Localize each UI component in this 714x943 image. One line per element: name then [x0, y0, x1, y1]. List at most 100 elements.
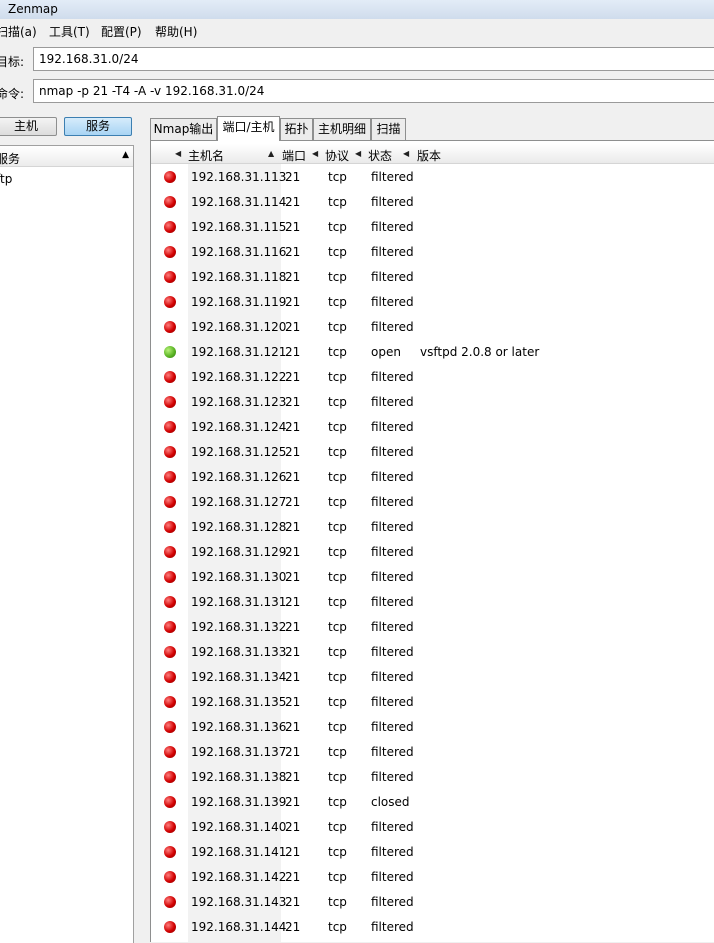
table-row[interactable]: 192.168.31.116 21 tcp filtered — [151, 240, 714, 265]
table-row[interactable]: 192.168.31.113 21 tcp filtered — [151, 165, 714, 190]
table-row[interactable]: 192.168.31.127 21 tcp filtered — [151, 490, 714, 515]
cell-state: filtered — [371, 370, 414, 384]
table-row[interactable]: 192.168.31.134 21 tcp filtered — [151, 665, 714, 690]
cell-port: 21 — [285, 395, 301, 409]
cell-state: closed — [371, 795, 410, 809]
cell-state: filtered — [371, 920, 414, 934]
status-closed-icon — [164, 296, 176, 308]
table-row[interactable]: 192.168.31.141 21 tcp filtered — [151, 840, 714, 865]
tab-host-details[interactable]: 主机明细 — [313, 118, 371, 140]
cell-protocol: tcp — [328, 720, 347, 734]
cell-protocol: tcp — [328, 695, 347, 709]
cell-port: 21 — [285, 270, 301, 284]
status-closed-icon — [164, 446, 176, 458]
column-header-state[interactable]: 状态 — [368, 147, 392, 164]
tab-scans[interactable]: 扫描 — [371, 118, 406, 140]
status-closed-icon — [164, 821, 176, 833]
table-row[interactable]: 192.168.31.140 21 tcp filtered — [151, 815, 714, 840]
status-closed-icon — [164, 921, 176, 933]
menu-tools[interactable]: 工具(T) — [49, 23, 90, 40]
status-closed-icon — [164, 646, 176, 658]
cell-port: 21 — [285, 870, 301, 884]
table-row[interactable]: 192.168.31.129 21 tcp filtered — [151, 540, 714, 565]
table-row[interactable]: 192.168.31.123 21 tcp filtered — [151, 390, 714, 415]
status-open-icon — [164, 346, 176, 358]
table-row[interactable]: 192.168.31.122 21 tcp filtered — [151, 365, 714, 390]
cell-state: filtered — [371, 245, 414, 259]
table-row[interactable]: 192.168.31.126 21 tcp filtered — [151, 465, 714, 490]
table-row[interactable]: 192.168.31.124 21 tcp filtered — [151, 415, 714, 440]
window-title: Zenmap — [8, 2, 58, 16]
cell-protocol: tcp — [328, 670, 347, 684]
cell-host: 192.168.31.139 — [191, 795, 287, 809]
table-row[interactable]: 192.168.31.114 21 tcp filtered — [151, 190, 714, 215]
status-closed-icon — [164, 871, 176, 883]
hosts-button[interactable]: 主机 — [0, 117, 57, 136]
table-row[interactable]: 192.168.31.128 21 tcp filtered — [151, 515, 714, 540]
cell-port: 21 — [285, 520, 301, 534]
column-header-version[interactable]: 版本 — [417, 147, 441, 164]
cell-host: 192.168.31.132 — [191, 620, 287, 634]
cell-protocol: tcp — [328, 495, 347, 509]
table-row[interactable]: 192.168.31.121 21 tcp open vsftpd 2.0.8 or l… — [151, 340, 714, 365]
table-row[interactable]: 192.168.31.138 21 tcp filtered — [151, 765, 714, 790]
cell-port: 21 — [285, 370, 301, 384]
table-row[interactable]: 192.168.31.142 21 tcp filtered — [151, 865, 714, 890]
cell-protocol: tcp — [328, 770, 347, 784]
column-header-protocol[interactable]: 协议 — [325, 147, 349, 164]
cell-port: 21 — [285, 220, 301, 234]
cell-state: filtered — [371, 320, 414, 334]
tab-ports-hosts[interactable]: 端口/主机 — [217, 116, 280, 141]
status-closed-icon — [164, 371, 176, 383]
service-item-ftp[interactable]: ftp — [0, 172, 12, 186]
table-row[interactable]: 192.168.31.115 21 tcp filtered — [151, 215, 714, 240]
table-row[interactable]: 192.168.31.143 21 tcp filtered — [151, 890, 714, 915]
tab-topology[interactable]: 拓扑 — [280, 118, 313, 140]
status-closed-icon — [164, 571, 176, 583]
column-header-host[interactable]: 主机名 — [188, 147, 224, 164]
table-row[interactable]: 192.168.31.144 21 tcp filtered — [151, 915, 714, 940]
status-closed-icon — [164, 796, 176, 808]
menu-scan[interactable]: 扫描(a) — [0, 23, 37, 40]
status-closed-icon — [164, 421, 176, 433]
services-button[interactable]: 服务 — [64, 117, 132, 136]
table-row[interactable]: 192.168.31.139 21 tcp closed — [151, 790, 714, 815]
table-row[interactable]: 192.168.31.130 21 tcp filtered — [151, 565, 714, 590]
services-list-panel: 服务 ▲ ftp — [0, 145, 134, 943]
table-row[interactable]: 192.168.31.136 21 tcp filtered — [151, 715, 714, 740]
table-row[interactable]: 192.168.31.135 21 tcp filtered — [151, 690, 714, 715]
services-list-empty — [0, 191, 133, 943]
cell-host: 192.168.31.137 — [191, 745, 287, 759]
table-row[interactable]: 192.168.31.133 21 tcp filtered — [151, 640, 714, 665]
table-row[interactable]: 192.168.31.118 21 tcp filtered — [151, 265, 714, 290]
cell-state: filtered — [371, 470, 414, 484]
cell-state: open — [371, 345, 401, 359]
table-row[interactable]: 192.168.31.132 21 tcp filtered — [151, 615, 714, 640]
command-input[interactable]: nmap -p 21 -T4 -A -v 192.168.31.0/24 — [33, 79, 714, 103]
sort-up-icon: ▲ — [122, 150, 129, 160]
cell-state: filtered — [371, 570, 414, 584]
table-row[interactable]: 192.168.31.119 21 tcp filtered — [151, 290, 714, 315]
cell-host: 192.168.31.120 — [191, 320, 287, 334]
cell-port: 21 — [285, 895, 301, 909]
cell-port: 21 — [285, 245, 301, 259]
menu-profile[interactable]: 配置(P) — [101, 23, 142, 40]
table-row[interactable]: 192.168.31.131 21 tcp filtered — [151, 590, 714, 615]
ports-hosts-table: ◀ 主机名 ▲ 端口 ◀ 协议 ◀ 状态 ◀ 版本 192.168.31.113… — [150, 140, 714, 942]
table-row[interactable]: 192.168.31.137 21 tcp filtered — [151, 740, 714, 765]
menu-help[interactable]: 帮助(H) — [155, 23, 197, 40]
tab-nmap-output[interactable]: Nmap输出 — [150, 118, 217, 140]
cell-host: 192.168.31.138 — [191, 770, 287, 784]
cell-protocol: tcp — [328, 220, 347, 234]
table-row[interactable]: 192.168.31.125 21 tcp filtered — [151, 440, 714, 465]
cell-port: 21 — [285, 545, 301, 559]
target-input[interactable]: 192.168.31.0/24 — [33, 47, 714, 71]
cell-host: 192.168.31.114 — [191, 195, 287, 209]
services-list-header[interactable]: 服务 ▲ — [0, 146, 133, 167]
table-row[interactable]: 192.168.31.120 21 tcp filtered — [151, 315, 714, 340]
cell-host: 192.168.31.140 — [191, 820, 287, 834]
cell-port: 21 — [285, 420, 301, 434]
cell-state: filtered — [371, 720, 414, 734]
column-header-port[interactable]: 端口 — [282, 147, 306, 164]
cell-state: filtered — [371, 220, 414, 234]
